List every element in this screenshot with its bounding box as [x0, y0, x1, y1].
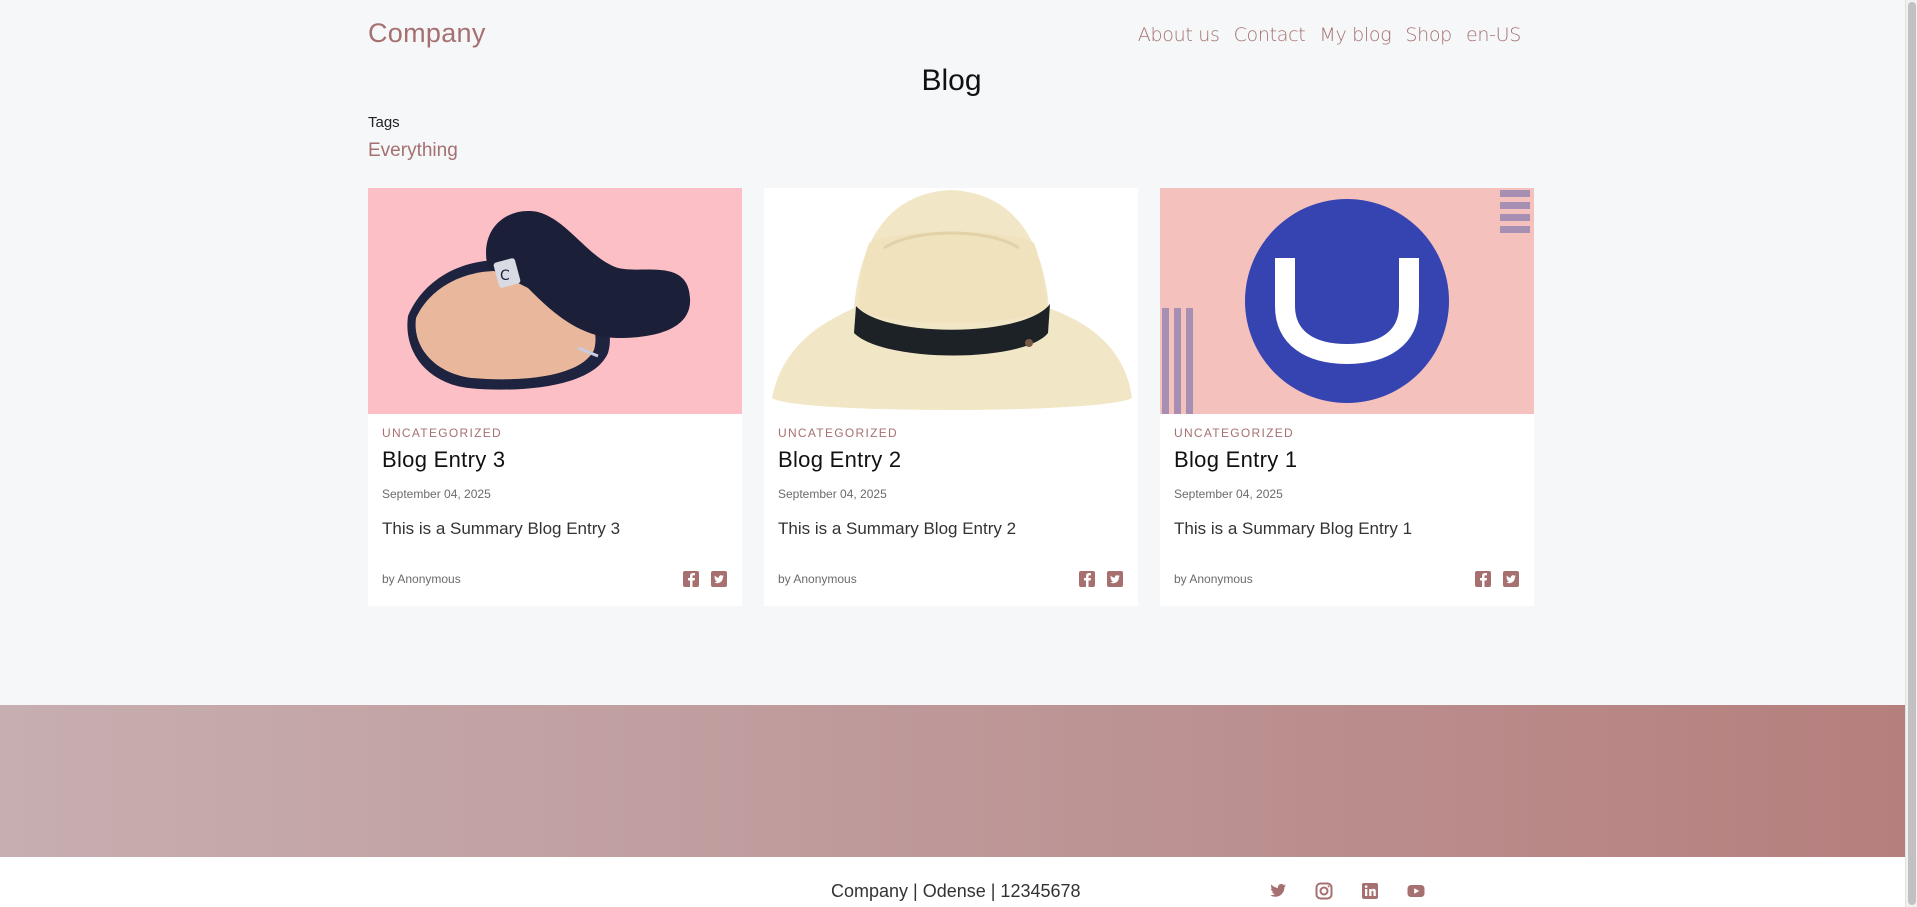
- umbraco-logo-image: [1160, 188, 1534, 414]
- card-body: UNCATEGORIZED Blog Entry 2 September 04,…: [778, 426, 1124, 539]
- site-footer: Company | Odense | 12345678: [0, 857, 1905, 907]
- straw-hat-image: [764, 188, 1138, 414]
- tag-everything[interactable]: Everything: [368, 140, 458, 162]
- page-title: Blog: [921, 64, 982, 97]
- card-footer: by Anonymous: [382, 570, 728, 588]
- twitter-icon[interactable]: [1502, 570, 1520, 588]
- card-author: by Anonymous: [382, 572, 461, 586]
- card-footer: by Anonymous: [778, 570, 1124, 588]
- linkedin-icon[interactable]: [1360, 881, 1380, 901]
- svg-text:C: C: [500, 268, 510, 284]
- footer-social-links: [1268, 881, 1426, 901]
- blog-card[interactable]: UNCATEGORIZED Blog Entry 1 September 04,…: [1160, 188, 1534, 606]
- main-content: Blog Tags Everything C UNCATEGORIZED Blo…: [368, 0, 1535, 700]
- card-category[interactable]: UNCATEGORIZED: [1174, 426, 1520, 440]
- blog-card[interactable]: C UNCATEGORIZED Blog Entry 3 September 0…: [368, 188, 742, 606]
- card-author: by Anonymous: [1174, 572, 1253, 586]
- card-summary: This is a Summary Blog Entry 1: [1174, 519, 1413, 538]
- card-summary: This is a Summary Blog Entry 2: [778, 519, 1017, 538]
- instagram-icon[interactable]: [1314, 881, 1334, 901]
- share-buttons: [1474, 570, 1520, 588]
- facebook-icon[interactable]: [1078, 570, 1096, 588]
- twitter-icon[interactable]: [1268, 881, 1288, 901]
- card-footer: by Anonymous: [1174, 570, 1520, 588]
- scrollbar-thumb[interactable]: [1908, 2, 1916, 905]
- facebook-icon[interactable]: [682, 570, 700, 588]
- card-date: September 04, 2025: [1174, 487, 1283, 501]
- page-scrollbar[interactable]: [1905, 0, 1917, 907]
- twitter-icon[interactable]: [710, 570, 728, 588]
- footer-company-info: Company | Odense | 12345678: [831, 881, 1081, 901]
- card-body: UNCATEGORIZED Blog Entry 3 September 04,…: [382, 426, 728, 539]
- card-summary: This is a Summary Blog Entry 3: [382, 519, 621, 538]
- card-category[interactable]: UNCATEGORIZED: [382, 426, 728, 440]
- twitter-icon[interactable]: [1106, 570, 1124, 588]
- share-buttons: [1078, 570, 1124, 588]
- card-date: September 04, 2025: [382, 487, 491, 501]
- card-title[interactable]: Blog Entry 3: [382, 447, 728, 473]
- tags-label: Tags: [368, 114, 400, 131]
- blog-card[interactable]: UNCATEGORIZED Blog Entry 2 September 04,…: [764, 188, 1138, 606]
- footer-gradient-band: [0, 705, 1905, 857]
- card-date: September 04, 2025: [778, 487, 887, 501]
- navy-cap-image: C: [368, 188, 742, 414]
- card-category[interactable]: UNCATEGORIZED: [778, 426, 1124, 440]
- blog-card-list: C UNCATEGORIZED Blog Entry 3 September 0…: [368, 188, 1534, 606]
- youtube-icon[interactable]: [1406, 881, 1426, 901]
- card-body: UNCATEGORIZED Blog Entry 1 September 04,…: [1174, 426, 1520, 539]
- facebook-icon[interactable]: [1474, 570, 1492, 588]
- card-author: by Anonymous: [778, 572, 857, 586]
- card-title[interactable]: Blog Entry 2: [778, 447, 1124, 473]
- card-title[interactable]: Blog Entry 1: [1174, 447, 1520, 473]
- share-buttons: [682, 570, 728, 588]
